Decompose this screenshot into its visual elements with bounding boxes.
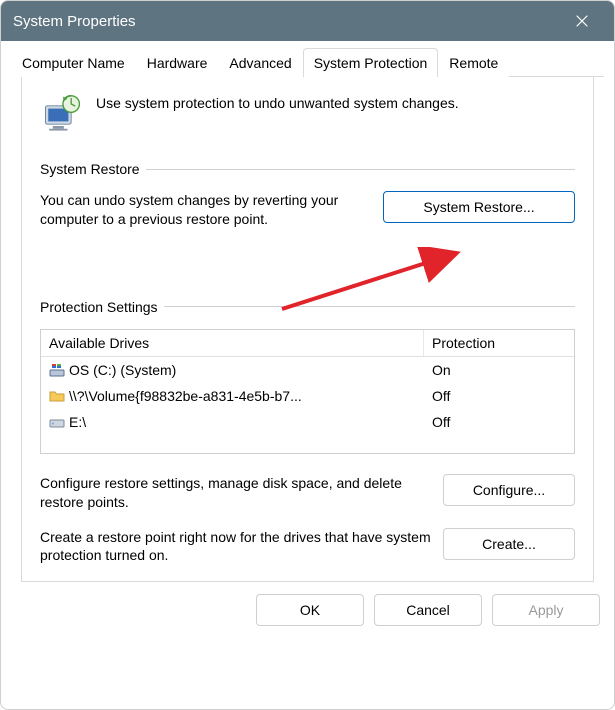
apply-button[interactable]: Apply xyxy=(492,594,600,626)
drives-header: Available Drives Protection xyxy=(41,330,574,357)
col-header-protection[interactable]: Protection xyxy=(424,330,574,356)
create-button[interactable]: Create... xyxy=(443,528,575,560)
system-protection-icon xyxy=(40,93,84,137)
folder-icon xyxy=(49,388,65,404)
tab-system-protection[interactable]: System Protection xyxy=(303,48,439,77)
drive-row[interactable]: E:\ Off xyxy=(41,409,574,435)
drive-protection: Off xyxy=(424,411,574,433)
dialog-footer: OK Cancel Apply xyxy=(1,582,614,640)
configure-row: Configure restore settings, manage disk … xyxy=(40,474,575,512)
col-header-drives[interactable]: Available Drives xyxy=(41,330,424,356)
system-properties-window: System Properties Computer Name Hardware… xyxy=(0,0,615,710)
tab-hardware[interactable]: Hardware xyxy=(136,48,219,77)
ok-button-label: OK xyxy=(300,602,320,618)
drive-row[interactable]: \\?\Volume{f98832be-a831-4e5b-b7... Off xyxy=(41,383,574,409)
table-spacer xyxy=(41,435,574,453)
group-label-restore-text: System Restore xyxy=(40,161,140,177)
window-title: System Properties xyxy=(13,13,562,30)
intro-text: Use system protection to undo unwanted s… xyxy=(96,93,459,111)
drive-row[interactable]: OS (C:) (System) On xyxy=(41,357,574,383)
create-button-label: Create... xyxy=(482,536,536,552)
drive-name: \\?\Volume{f98832be-a831-4e5b-b7... xyxy=(69,388,302,404)
intro-row: Use system protection to undo unwanted s… xyxy=(40,93,575,137)
close-icon xyxy=(576,15,588,27)
create-row: Create a restore point right now for the… xyxy=(40,528,575,566)
close-button[interactable] xyxy=(562,1,602,41)
tabs: Computer Name Hardware Advanced System P… xyxy=(11,47,604,77)
create-desc: Create a restore point right now for the… xyxy=(40,528,431,566)
drive-name: OS (C:) (System) xyxy=(69,362,176,378)
cancel-button-label: Cancel xyxy=(406,602,450,618)
drive-name: E:\ xyxy=(69,414,86,430)
restore-row: You can undo system changes by reverting… xyxy=(40,191,575,229)
ok-button[interactable]: OK xyxy=(256,594,364,626)
tabs-container: Computer Name Hardware Advanced System P… xyxy=(1,41,614,582)
cancel-button[interactable]: Cancel xyxy=(374,594,482,626)
divider xyxy=(146,169,575,170)
drive-protection: On xyxy=(424,359,574,381)
configure-button-label: Configure... xyxy=(473,482,545,498)
titlebar: System Properties xyxy=(1,1,614,41)
os-drive-icon xyxy=(49,362,65,378)
divider xyxy=(164,306,575,307)
protection-settings-group: Protection Settings Available Drives Pro… xyxy=(40,299,575,566)
drive-icon xyxy=(49,414,65,430)
system-restore-group: System Restore You can undo system chang… xyxy=(40,161,575,229)
tab-computer-name[interactable]: Computer Name xyxy=(11,48,136,77)
tab-advanced[interactable]: Advanced xyxy=(218,48,302,77)
system-restore-button[interactable]: System Restore... xyxy=(383,191,575,223)
configure-button[interactable]: Configure... xyxy=(443,474,575,506)
drive-protection: Off xyxy=(424,385,574,407)
drives-table: Available Drives Protection xyxy=(40,329,575,454)
tab-content: Use system protection to undo unwanted s… xyxy=(21,77,594,582)
system-restore-button-label: System Restore... xyxy=(423,199,534,215)
group-label-protection-text: Protection Settings xyxy=(40,299,158,315)
tab-remote[interactable]: Remote xyxy=(438,48,509,77)
group-label-restore: System Restore xyxy=(40,161,575,177)
group-label-protection: Protection Settings xyxy=(40,299,575,315)
apply-button-label: Apply xyxy=(528,602,563,618)
restore-desc: You can undo system changes by reverting… xyxy=(40,191,371,229)
configure-desc: Configure restore settings, manage disk … xyxy=(40,474,431,512)
